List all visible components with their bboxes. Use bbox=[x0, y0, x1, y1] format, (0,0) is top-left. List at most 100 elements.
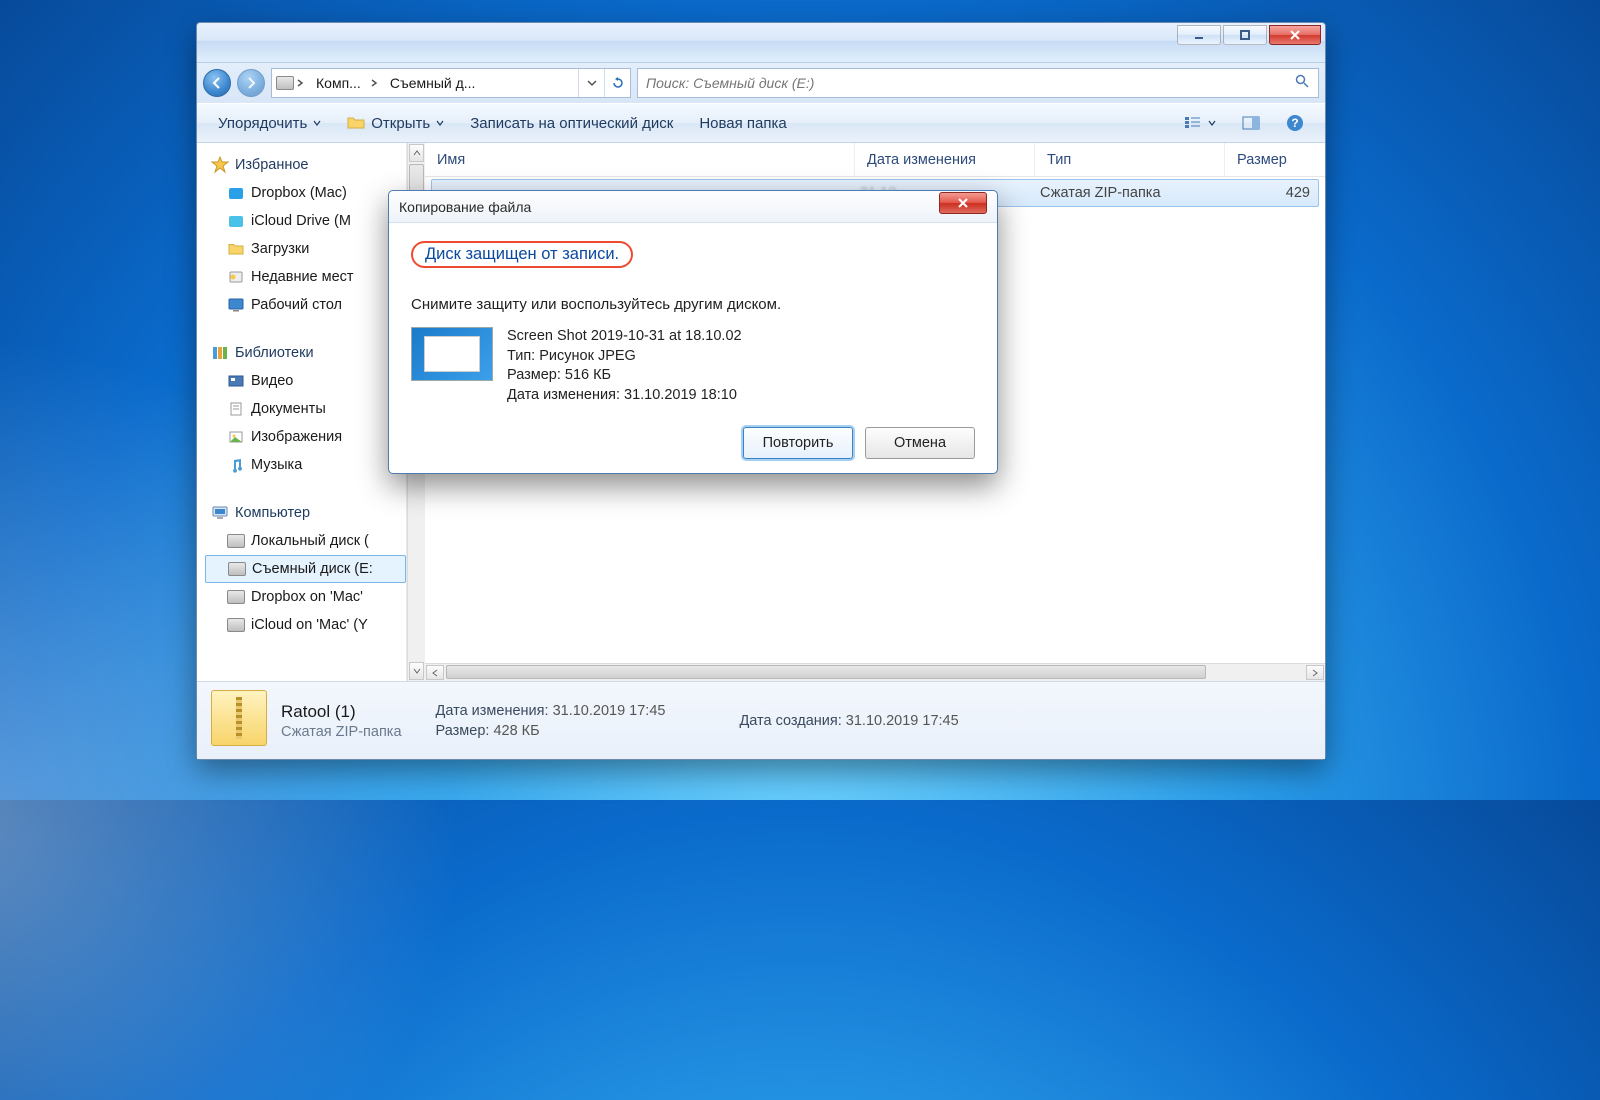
file-type: Сжатая ZIP-папка bbox=[1040, 185, 1230, 201]
computer-icon bbox=[211, 504, 229, 522]
details-name: Ratool (1) bbox=[281, 702, 402, 722]
chevron-right-icon[interactable] bbox=[294, 69, 308, 97]
sidebar-item-dropbox[interactable]: Dropbox (Mac) bbox=[205, 179, 406, 207]
col-size[interactable]: Размер bbox=[1225, 143, 1325, 176]
command-bar: Упорядочить Открыть Записать на оптическ… bbox=[197, 103, 1325, 143]
copy-error-dialog: Копирование файла Диск защищен от записи… bbox=[388, 190, 998, 474]
label: iCloud on 'Mac' (Y bbox=[251, 617, 368, 633]
view-button[interactable] bbox=[1173, 111, 1227, 135]
dialog-title: Копирование файла bbox=[399, 199, 531, 215]
nav-back-button[interactable] bbox=[203, 69, 231, 97]
close-button[interactable] bbox=[1269, 25, 1321, 45]
minimize-button[interactable] bbox=[1177, 25, 1221, 45]
label: Загрузки bbox=[251, 241, 309, 257]
label: Локальный диск ( bbox=[251, 533, 369, 549]
label: Библиотеки bbox=[235, 345, 314, 361]
label: Dropbox (Mac) bbox=[251, 185, 347, 201]
address-box[interactable]: Комп... Съемный д... bbox=[271, 68, 631, 98]
refresh-button[interactable] bbox=[604, 69, 630, 97]
desktop-icon bbox=[227, 296, 245, 314]
scroll-left-button[interactable] bbox=[426, 665, 444, 680]
sidebar-item-music[interactable]: Музыка bbox=[205, 451, 406, 479]
dialog-subtext: Снимите защиту или воспользуйтесь другим… bbox=[411, 296, 975, 313]
new-folder-button[interactable]: Новая папка bbox=[688, 110, 797, 137]
file-thumbnail bbox=[411, 327, 493, 381]
sidebar-item-icloud[interactable]: iCloud Drive (M bbox=[205, 207, 406, 235]
sidebar-item-local-disk[interactable]: Локальный диск ( bbox=[205, 527, 406, 555]
col-date[interactable]: Дата изменения bbox=[855, 143, 1035, 176]
label: Компьютер bbox=[235, 505, 310, 521]
scroll-right-button[interactable] bbox=[1306, 665, 1324, 680]
label: iCloud Drive (M bbox=[251, 213, 351, 229]
zip-icon bbox=[211, 690, 267, 746]
search-input[interactable] bbox=[646, 75, 1294, 91]
scroll-thumb[interactable] bbox=[446, 665, 1206, 679]
label: Dropbox on 'Mac' bbox=[251, 589, 363, 605]
sidebar-item-images[interactable]: Изображения bbox=[205, 423, 406, 451]
sidebar-computer[interactable]: Компьютер bbox=[205, 499, 406, 527]
label: Изображения bbox=[251, 429, 342, 445]
sidebar-item-removable-disk[interactable]: Съемный диск (E: bbox=[205, 555, 406, 583]
recent-icon bbox=[227, 268, 245, 286]
details-date-mod: 31.10.2019 17:45 bbox=[553, 703, 666, 719]
details-size-label: Размер: bbox=[436, 723, 490, 739]
label: Рабочий стол bbox=[251, 297, 342, 313]
label: Документы bbox=[251, 401, 326, 417]
network-drive-icon bbox=[227, 616, 245, 634]
dialog-file-size: Размер: 516 КБ bbox=[507, 366, 742, 386]
details-size: 428 КБ bbox=[493, 723, 539, 739]
retry-button[interactable]: Повторить bbox=[743, 427, 853, 459]
col-type[interactable]: Тип bbox=[1035, 143, 1225, 176]
burn-button[interactable]: Записать на оптический диск bbox=[459, 110, 684, 137]
sidebar-item-dropbox-mac[interactable]: Dropbox on 'Mac' bbox=[205, 583, 406, 611]
scroll-up-button[interactable] bbox=[409, 144, 424, 162]
search-box[interactable] bbox=[637, 68, 1319, 98]
folder-icon bbox=[347, 114, 365, 132]
horizontal-scrollbar[interactable] bbox=[425, 663, 1325, 681]
column-headers: Имя Дата изменения Тип Размер bbox=[425, 143, 1325, 177]
drive-icon bbox=[227, 532, 245, 550]
images-icon bbox=[227, 428, 245, 446]
title-bar[interactable] bbox=[197, 23, 1325, 63]
organize-button[interactable]: Упорядочить bbox=[207, 110, 332, 137]
breadcrumb-removable[interactable]: Съемный д... bbox=[382, 69, 483, 97]
scroll-down-button[interactable] bbox=[409, 662, 424, 680]
col-name[interactable]: Имя bbox=[425, 143, 855, 176]
sidebar-item-icloud-mac[interactable]: iCloud on 'Mac' (Y bbox=[205, 611, 406, 639]
svg-text:?: ? bbox=[1291, 116, 1298, 130]
cancel-button[interactable]: Отмена bbox=[865, 427, 975, 459]
chevron-right-icon[interactable] bbox=[368, 69, 382, 97]
label: Избранное bbox=[235, 157, 308, 173]
search-icon[interactable] bbox=[1294, 73, 1310, 94]
help-button[interactable]: ? bbox=[1275, 109, 1315, 137]
dialog-close-button[interactable] bbox=[939, 192, 987, 214]
dialog-title-bar[interactable]: Копирование файла bbox=[389, 191, 997, 223]
preview-pane-button[interactable] bbox=[1231, 111, 1271, 135]
nav-pane: Избранное Dropbox (Mac) iCloud Drive (M … bbox=[197, 143, 407, 681]
sidebar-libraries[interactable]: Библиотеки bbox=[205, 339, 406, 367]
dropbox-icon bbox=[227, 184, 245, 202]
sidebar-item-documents[interactable]: Документы bbox=[205, 395, 406, 423]
video-icon bbox=[227, 372, 245, 390]
sidebar-item-desktop[interactable]: Рабочий стол bbox=[205, 291, 406, 319]
maximize-button[interactable] bbox=[1223, 25, 1267, 45]
sidebar-item-video[interactable]: Видео bbox=[205, 367, 406, 395]
dialog-file-name: Screen Shot 2019-10-31 at 18.10.02 bbox=[507, 327, 742, 347]
breadcrumb-computer[interactable]: Комп... bbox=[308, 69, 368, 97]
libraries-icon bbox=[211, 344, 229, 362]
sidebar-item-downloads[interactable]: Загрузки bbox=[205, 235, 406, 263]
sidebar-favorites[interactable]: Избранное bbox=[205, 151, 406, 179]
open-label: Открыть bbox=[371, 115, 430, 132]
documents-icon bbox=[227, 400, 245, 418]
star-icon bbox=[211, 156, 229, 174]
details-pane: Ratool (1) Сжатая ZIP-папка Дата изменен… bbox=[197, 681, 1325, 759]
label: Музыка bbox=[251, 457, 302, 473]
nav-forward-button[interactable] bbox=[237, 69, 265, 97]
organize-label: Упорядочить bbox=[218, 115, 307, 132]
sidebar-item-recent[interactable]: Недавние мест bbox=[205, 263, 406, 291]
details-date-created: 31.10.2019 17:45 bbox=[846, 713, 959, 729]
address-dropdown-button[interactable] bbox=[578, 69, 604, 97]
drive-icon bbox=[228, 560, 246, 578]
details-date-created-label: Дата создания: bbox=[739, 713, 841, 729]
open-button[interactable]: Открыть bbox=[336, 109, 455, 137]
